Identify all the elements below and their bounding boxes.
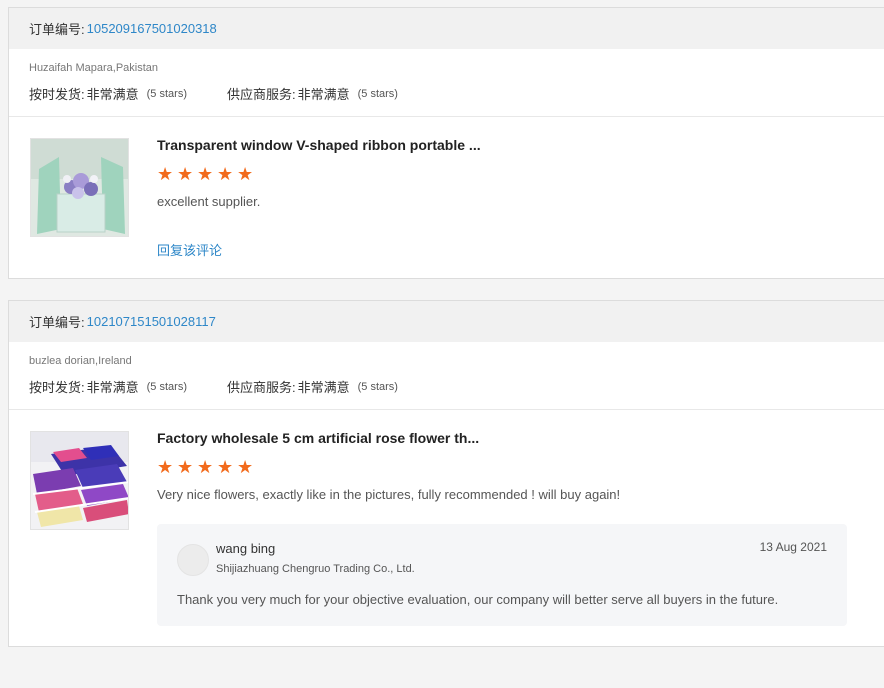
service-stars: (5 stars)	[357, 87, 398, 100]
service-label: 供应商服务:	[226, 380, 296, 395]
order-header: 订单编号: 105209167501020318	[9, 8, 884, 49]
ontime-value: 非常满意	[86, 380, 139, 395]
star-icon: ★	[237, 164, 254, 184]
star-icon: ★	[177, 457, 194, 477]
supplier-ratings: 按时发货: 非常满意 (5 stars) 供应商服务: 非常满意 (5 star…	[29, 377, 398, 396]
seller-name: wang bing	[216, 541, 276, 556]
reply-review-link[interactable]: 回复该评论	[157, 240, 222, 259]
seller-reply-text: Thank you very much for your objective e…	[177, 592, 779, 607]
buyer-info: buzlea dorian,Ireland 按时发货: 非常满意 (5 star…	[9, 342, 884, 410]
service-label: 供应商服务:	[226, 87, 296, 102]
buyer-info: Huzaifah Mapara,Pakistan 按时发货: 非常满意 (5 s…	[9, 49, 884, 117]
review-text: excellent supplier.	[157, 194, 261, 209]
service-value: 非常满意	[297, 380, 350, 395]
star-icon: ★	[157, 164, 174, 184]
star-icon: ★	[177, 164, 194, 184]
service-value: 非常满意	[297, 87, 350, 102]
ontime-stars: (5 stars)	[146, 380, 187, 393]
ontime-rating: 按时发货: 非常满意 (5 stars)	[29, 377, 187, 396]
star-icon: ★	[217, 457, 234, 477]
review-stars: ★ ★ ★ ★ ★	[157, 457, 254, 477]
buyer-name: buzlea dorian,Ireland	[29, 355, 132, 367]
service-rating: 供应商服务: 非常满意 (5 stars)	[227, 84, 398, 103]
buyer-name: Huzaifah Mapara,Pakistan	[29, 62, 159, 74]
seller-avatar	[177, 544, 209, 576]
service-rating: 供应商服务: 非常满意 (5 stars)	[227, 377, 398, 396]
review-card: 订单编号: 102107151501028117 buzlea dorian,I…	[8, 300, 884, 647]
ontime-rating: 按时发货: 非常满意 (5 stars)	[29, 84, 187, 103]
order-header: 订单编号: 102107151501028117	[9, 301, 884, 342]
order-number-link[interactable]: 102107151501028117	[87, 314, 216, 329]
star-icon: ★	[197, 164, 214, 184]
star-icon: ★	[217, 164, 234, 184]
reply-date: 13 Aug 2021	[759, 540, 827, 554]
star-icon: ★	[197, 457, 214, 477]
ontime-stars: (5 stars)	[146, 87, 187, 100]
review-stars: ★ ★ ★ ★ ★	[157, 164, 254, 184]
review-text: Very nice flowers, exactly like in the p…	[157, 487, 621, 502]
seller-company: Shijiazhuang Chengruo Trading Co., Ltd.	[216, 563, 415, 575]
service-stars: (5 stars)	[357, 380, 398, 393]
ontime-label: 按时发货:	[29, 87, 85, 102]
review-card: 订单编号: 105209167501020318 Huzaifah Mapara…	[8, 7, 884, 279]
product-thumbnail[interactable]	[30, 138, 129, 237]
supplier-ratings: 按时发货: 非常满意 (5 stars) 供应商服务: 非常满意 (5 star…	[29, 84, 398, 103]
order-number-label: 订单编号:	[29, 315, 85, 330]
order-number-label: 订单编号:	[29, 22, 85, 37]
seller-reply: wang bing Shijiazhuang Chengruo Trading …	[157, 524, 847, 626]
star-icon: ★	[157, 457, 174, 477]
star-icon: ★	[237, 457, 254, 477]
ontime-value: 非常满意	[86, 87, 139, 102]
order-number-link[interactable]: 105209167501020318	[87, 21, 217, 36]
ontime-label: 按时发货:	[29, 380, 85, 395]
product-thumbnail[interactable]	[30, 431, 129, 530]
product-title[interactable]: Factory wholesale 5 cm artificial rose f…	[157, 430, 479, 446]
product-title[interactable]: Transparent window V-shaped ribbon porta…	[157, 137, 481, 153]
